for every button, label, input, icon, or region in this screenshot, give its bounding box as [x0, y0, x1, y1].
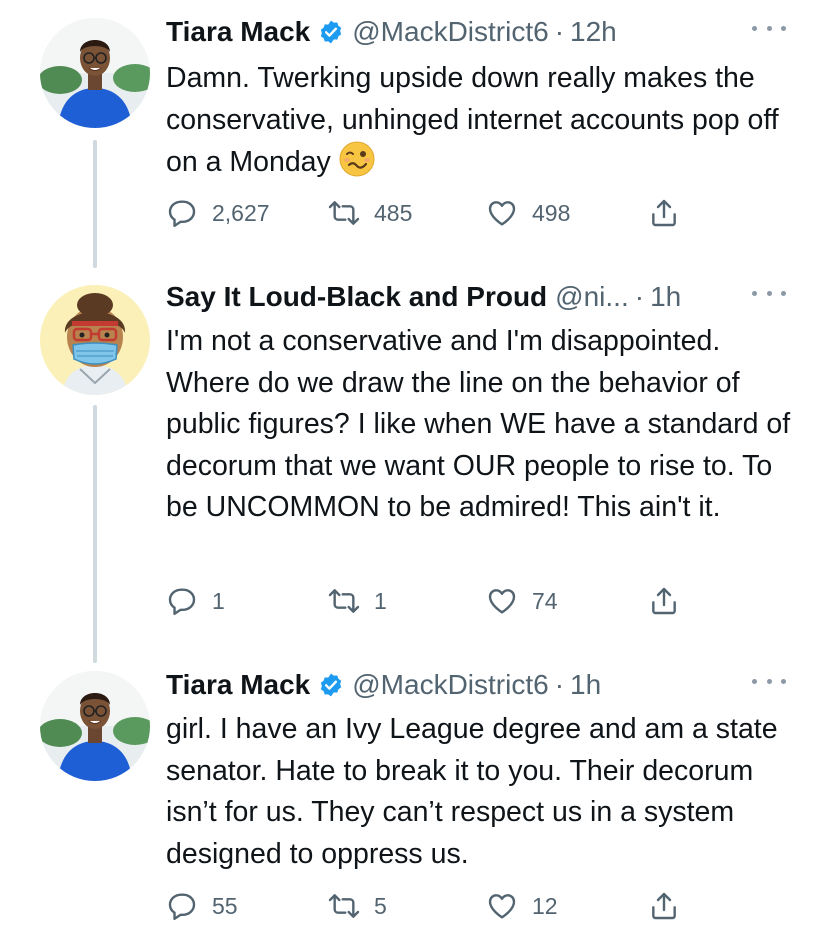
- tweet-thread: Tiara Mack @MackDistrict6 · 12h Damn. Tw…: [0, 0, 828, 931]
- verified-badge-icon: [321, 673, 342, 697]
- heart-icon: [488, 201, 516, 226]
- tweet-text: girl. I have an Ivy League degree and am…: [166, 713, 778, 870]
- retweet-icon: [328, 201, 360, 225]
- retweet-count: 1: [374, 587, 387, 614]
- reply-icon: [168, 588, 196, 615]
- like-count: 498: [532, 199, 571, 226]
- tweet-text: Damn. Twerking upside down really makes …: [166, 62, 779, 178]
- like-button[interactable]: 498: [486, 193, 570, 233]
- retweet-icon: [328, 894, 360, 918]
- like-count: 74: [532, 587, 558, 614]
- retweet-icon: [328, 589, 360, 613]
- share-icon: [652, 587, 676, 615]
- tweet-actions: 1 1 74: [166, 581, 686, 621]
- tweet-header: Tiara Mack @MackDistrict6 · 12h: [166, 12, 788, 52]
- heart-icon: [488, 894, 516, 919]
- tweet[interactable]: Tiara Mack @MackDistrict6 · 12h Damn. Tw…: [0, 0, 828, 268]
- share-icon: [652, 199, 676, 227]
- tweet[interactable]: Say It Loud-Black and Proud @ni... · 1h …: [0, 265, 828, 663]
- timestamp[interactable]: 12h: [570, 16, 617, 48]
- author-handle[interactable]: @ni...: [555, 281, 629, 313]
- share-button[interactable]: [648, 581, 694, 621]
- retweet-button[interactable]: 485: [328, 193, 412, 233]
- tweet-header: Say It Loud-Black and Proud @ni... · 1h: [166, 277, 788, 317]
- tweet-header: Tiara Mack @MackDistrict6 · 1h: [166, 665, 788, 705]
- reply-count: 2,627: [212, 199, 270, 226]
- retweet-button[interactable]: 1: [328, 581, 387, 621]
- timestamp[interactable]: 1h: [570, 669, 601, 701]
- reply-count: 55: [212, 892, 238, 919]
- like-count: 12: [532, 892, 558, 919]
- reply-count: 1: [212, 587, 225, 614]
- share-icon: [652, 892, 676, 920]
- timestamp[interactable]: 1h: [650, 281, 681, 313]
- reply-icon: [168, 893, 196, 920]
- reply-button[interactable]: 1: [166, 581, 225, 621]
- separator-dot: ·: [634, 281, 645, 312]
- more-options-icon[interactable]: [752, 283, 786, 303]
- share-button[interactable]: [648, 886, 694, 926]
- tweet[interactable]: Tiara Mack @MackDistrict6 · 1h girl. I h…: [0, 653, 828, 931]
- author-name[interactable]: Say It Loud-Black and Proud: [166, 281, 547, 313]
- thread-connector: [93, 405, 97, 663]
- separator-dot: ·: [554, 669, 565, 700]
- heart-icon: [488, 589, 516, 614]
- reply-icon: [168, 200, 196, 227]
- tweet-actions: 55 5 12: [166, 886, 686, 926]
- avatar[interactable]: [40, 18, 150, 128]
- tweet-actions: 2,627 485 498: [166, 193, 686, 233]
- reply-button[interactable]: 2,627: [166, 193, 270, 233]
- author-handle[interactable]: @MackDistrict6: [352, 669, 548, 701]
- more-options-icon[interactable]: [752, 18, 786, 38]
- retweet-count: 5: [374, 892, 387, 919]
- more-options-icon[interactable]: [752, 671, 786, 691]
- author-name[interactable]: Tiara Mack: [166, 669, 310, 701]
- avatar[interactable]: [40, 285, 150, 395]
- share-button[interactable]: [648, 193, 694, 233]
- verified-badge-icon: [321, 20, 342, 44]
- retweet-count: 485: [374, 199, 413, 226]
- tweet-text: I'm not a conservative and I'm disappoin…: [166, 325, 791, 523]
- reply-button[interactable]: 55: [166, 886, 238, 926]
- author-name[interactable]: Tiara Mack: [166, 16, 310, 48]
- woozy-face-icon: [339, 141, 375, 177]
- like-button[interactable]: 12: [486, 886, 558, 926]
- author-handle[interactable]: @MackDistrict6: [352, 16, 548, 48]
- like-button[interactable]: 74: [486, 581, 558, 621]
- avatar[interactable]: [40, 671, 150, 781]
- separator-dot: ·: [554, 16, 565, 47]
- retweet-button[interactable]: 5: [328, 886, 387, 926]
- thread-connector: [93, 140, 97, 268]
